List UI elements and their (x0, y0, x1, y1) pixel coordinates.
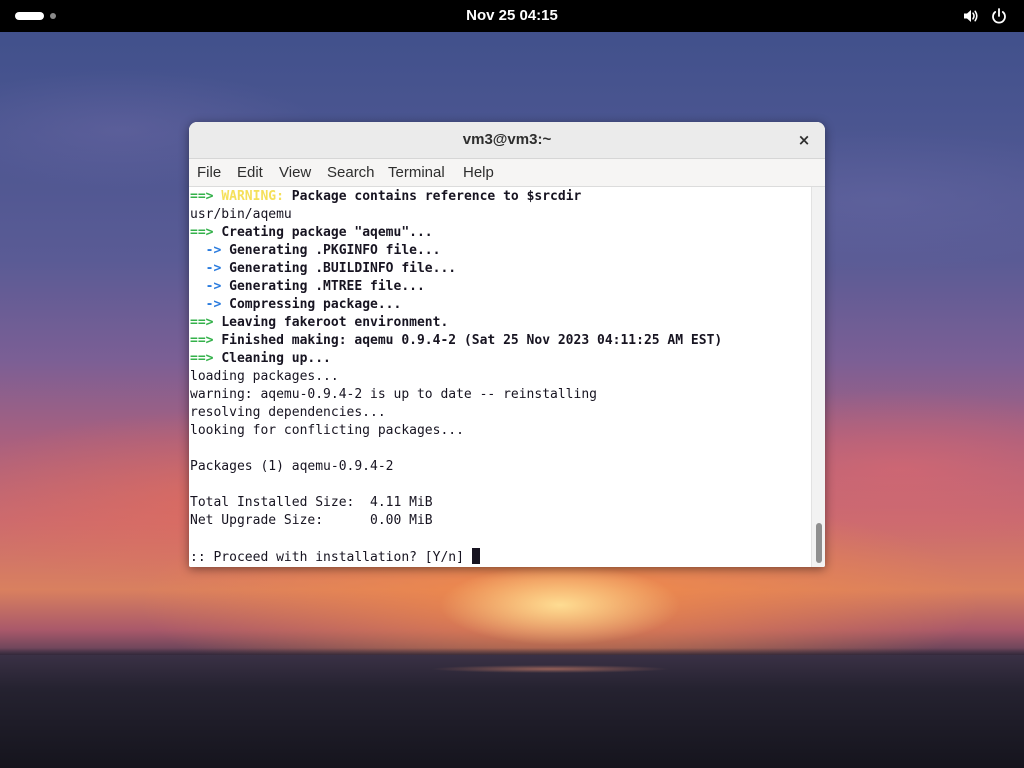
clock-container: Nov 25 04:15 (0, 0, 1024, 32)
line-text: usr/bin/aqemu (190, 207, 292, 222)
terminal-line: usr/bin/aqemu (190, 206, 292, 224)
menu-view[interactable]: View (279, 159, 311, 186)
terminal-window: vm3@vm3:~ × File Edit View Search Termin… (189, 122, 825, 567)
terminal-line: -> Compressing package... (190, 296, 402, 314)
menu-bar: File Edit View Search Terminal Help (189, 159, 825, 187)
menu-help[interactable]: Help (463, 159, 494, 186)
line-prefix: ==> (190, 189, 222, 204)
menu-terminal[interactable]: Terminal (388, 159, 445, 186)
line-prefix: -> (190, 297, 230, 312)
line-prefix: -> (190, 243, 230, 258)
terminal-line: warning: aqemu-0.9.4-2 is up to date -- … (190, 386, 597, 404)
terminal-line: -> Generating .PKGINFO file... (190, 242, 441, 260)
prompt-text: :: Proceed with installation? [Y/n] (190, 550, 472, 565)
terminal-prompt-line: :: Proceed with installation? [Y/n] (190, 548, 480, 566)
line-prefix: ==> (190, 315, 222, 330)
line-text: Generating .BUILDINFO file... (229, 261, 457, 276)
workspace-indicator-dot (50, 13, 56, 19)
terminal-line: Net Upgrade Size: 0.00 MiB (190, 512, 433, 530)
activities-button[interactable] (15, 12, 56, 22)
line-text: Generating .MTREE file... (229, 279, 425, 294)
line-text: resolving dependencies... (190, 405, 386, 420)
text-cursor (471, 548, 480, 564)
line-prefix: ==> (190, 351, 222, 366)
terminal-output[interactable]: ==> WARNING: Package contains reference … (189, 187, 811, 567)
workspace-indicator-active (15, 12, 44, 20)
line-text: Finished making: aqemu 0.9.4-2 (Sat 25 N… (221, 333, 723, 348)
line-prefix: -> (190, 261, 230, 276)
scrollbar-thumb[interactable] (816, 523, 822, 563)
line-text: Packages (1) aqemu-0.9.4-2 (190, 459, 394, 474)
line-text: Leaving fakeroot environment. (221, 315, 449, 330)
warning-tag: WARNING: (221, 189, 284, 204)
terminal-line: -> Generating .BUILDINFO file... (190, 260, 456, 278)
sea-glint (430, 665, 670, 673)
volume-icon[interactable] (962, 7, 980, 25)
terminal-line: Total Installed Size: 4.11 MiB (190, 494, 433, 512)
line-text: looking for conflicting packages... (190, 423, 464, 438)
close-button[interactable]: × (795, 131, 813, 149)
line-prefix: -> (190, 279, 230, 294)
terminal-line: ==> WARNING: Package contains reference … (190, 188, 581, 206)
line-prefix: ==> (190, 225, 222, 240)
menu-edit[interactable]: Edit (237, 159, 263, 186)
terminal-line: -> Generating .MTREE file... (190, 278, 425, 296)
line-text: Creating package "aqemu"... (221, 225, 433, 240)
terminal-line: ==> Leaving fakeroot environment. (190, 314, 448, 332)
clock[interactable]: Nov 25 04:15 (466, 7, 558, 24)
line-text: loading packages... (190, 369, 339, 384)
line-text: Package contains reference to $srcdir (283, 189, 582, 204)
menu-search[interactable]: Search (327, 159, 375, 186)
terminal-line: ==> Cleaning up... (190, 350, 331, 368)
terminal-line: looking for conflicting packages... (190, 422, 464, 440)
line-text: Total Installed Size: 4.11 MiB (190, 495, 433, 510)
terminal-line: resolving dependencies... (190, 404, 386, 422)
menu-file[interactable]: File (197, 159, 221, 186)
top-bar: Nov 25 04:15 (0, 0, 1024, 32)
window-title: vm3@vm3:~ (462, 131, 552, 148)
power-icon[interactable] (990, 7, 1008, 25)
terminal-line: ==> Creating package "aqemu"... (190, 224, 433, 242)
terminal-scrollbar[interactable] (811, 187, 825, 567)
terminal-line: ==> Finished making: aqemu 0.9.4-2 (Sat … (190, 332, 722, 350)
line-text: Generating .PKGINFO file... (229, 243, 441, 258)
line-text: Compressing package... (229, 297, 402, 312)
line-text: Net Upgrade Size: 0.00 MiB (190, 513, 433, 528)
terminal-line: loading packages... (190, 368, 339, 386)
line-text: Cleaning up... (221, 351, 331, 366)
line-prefix: ==> (190, 333, 222, 348)
terminal-line: Packages (1) aqemu-0.9.4-2 (190, 458, 394, 476)
window-titlebar[interactable]: vm3@vm3:~ × (189, 122, 825, 159)
line-text: warning: aqemu-0.9.4-2 is up to date -- … (190, 387, 597, 402)
